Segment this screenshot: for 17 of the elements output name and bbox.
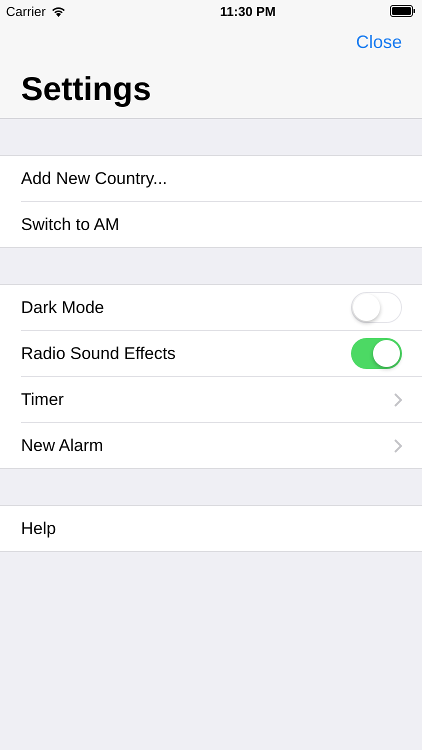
setting-label[interactable]: Help — [21, 518, 56, 538]
chevron-right-icon[interactable] — [394, 392, 402, 406]
page-title: Settings — [21, 69, 152, 109]
toggle-switch[interactable] — [351, 292, 402, 323]
toggle-switch[interactable] — [351, 338, 402, 369]
close-button[interactable]: Close — [356, 32, 402, 53]
setting-label: Timer — [21, 390, 64, 410]
wifi-icon — [50, 6, 66, 16]
battery-icon — [390, 5, 416, 17]
chevron-right-icon[interactable] — [394, 438, 402, 452]
setting-label: Radio Sound Effects — [21, 344, 176, 364]
setting-label: Dark Mode — [21, 298, 104, 318]
carrier-label: Carrier — [6, 4, 46, 18]
clock-time: 11:30 PM — [220, 4, 276, 18]
setting-label[interactable]: Switch to AM — [21, 214, 120, 234]
setting-label[interactable]: Add New Country... — [21, 168, 168, 188]
setting-label: New Alarm — [21, 436, 104, 456]
